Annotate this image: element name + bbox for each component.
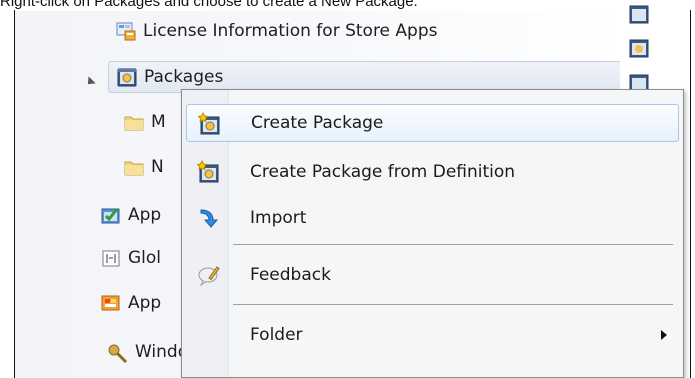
menu-item-create-package-from-definition[interactable]: Create Package from Definition: [186, 153, 679, 191]
tree-item-label: M: [151, 112, 166, 132]
sideloading-keys-icon: [108, 344, 128, 363]
license-info-icon: [116, 22, 136, 41]
submenu-arrow-icon: [661, 330, 667, 340]
menu-item-import[interactable]: Import: [186, 199, 679, 237]
app-virtualization-icon: [101, 295, 120, 311]
menu-separator: [233, 244, 673, 245]
menu-item-feedback[interactable]: Feedback: [186, 256, 679, 294]
create-package-definition-icon: [197, 160, 219, 183]
global-conditions-icon: [102, 250, 120, 267]
menu-item-label: Import: [250, 208, 307, 228]
menu-item-label: Create Package: [251, 113, 384, 133]
tree-item-label: Glol: [128, 248, 162, 268]
menu-item-create-package[interactable]: Create Package: [186, 104, 679, 142]
tree-item-folder-n[interactable]: N: [123, 151, 164, 183]
tree-item-label: App: [128, 205, 162, 225]
tree-item-global-conditions[interactable]: Glol: [100, 242, 161, 274]
package-icon: [629, 39, 649, 58]
instruction-caption: Right-click on Packages and choose to cr…: [0, 0, 418, 10]
menu-item-label: Folder: [250, 325, 303, 345]
tree-item-label: License Information for Store Apps: [143, 21, 438, 41]
tree-item-label: N: [151, 157, 164, 177]
menu-separator: [233, 304, 673, 305]
create-package-icon: [198, 112, 220, 135]
menu-item-folder[interactable]: Folder: [186, 316, 679, 354]
application-icon: [101, 208, 120, 224]
menu-item-label: Create Package from Definition: [250, 162, 516, 182]
tree-item-license-information[interactable]: License Information for Store Apps: [115, 15, 438, 47]
screenshot: Right-click on Packages and choose to cr…: [0, 0, 695, 378]
collapse-arrow-icon[interactable]: [84, 76, 96, 88]
menu-item-label: Feedback: [250, 265, 331, 285]
tree-item-app-virtualization[interactable]: App: [100, 287, 161, 319]
folder-icon: [124, 116, 144, 131]
folder-icon: [124, 161, 144, 176]
tree-item-folder-m[interactable]: M: [123, 106, 166, 138]
tree-item-label: Packages: [144, 67, 224, 87]
package-icon: [117, 68, 137, 87]
context-menu: Create Package Create Package from Defin…: [181, 89, 684, 378]
tree-item-label: App: [128, 293, 162, 313]
import-arrow-icon: [200, 209, 219, 228]
feedback-icon: [198, 266, 220, 287]
tree-item-applications[interactable]: App: [100, 199, 161, 231]
package-icon: [629, 5, 649, 24]
